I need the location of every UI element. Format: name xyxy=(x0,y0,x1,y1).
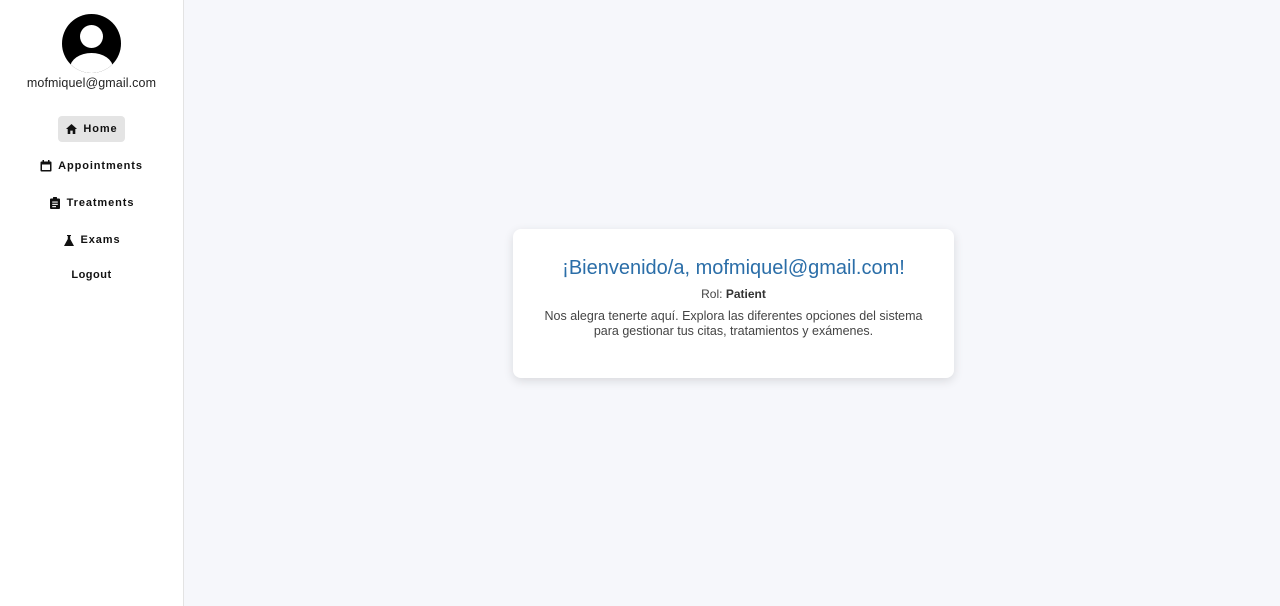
sidebar-item-home[interactable]: Home xyxy=(58,116,125,142)
sidebar-item-label: Treatments xyxy=(66,197,135,209)
sidebar: mofmiquel@gmail.com Home Appointments Tr… xyxy=(0,0,184,606)
sidebar-item-appointments[interactable]: Appointments xyxy=(33,153,150,179)
clipboard-icon xyxy=(49,197,61,209)
flask-icon xyxy=(63,234,75,246)
calendar-icon xyxy=(40,160,52,172)
main-content: ¡Bienvenido/a, mofmiquel@gmail.com! Rol:… xyxy=(184,0,1280,606)
role-label: Rol: xyxy=(701,287,723,301)
sidebar-item-label: Exams xyxy=(80,234,121,246)
user-email: mofmiquel@gmail.com xyxy=(26,76,157,90)
role-line: Rol: Patient xyxy=(513,287,954,301)
logout-button[interactable]: Logout xyxy=(71,269,111,281)
avatar xyxy=(62,14,121,73)
sidebar-nav: Home Appointments Treatments Exams xyxy=(33,116,150,264)
sidebar-item-label: Home xyxy=(83,123,118,135)
welcome-description: Nos alegra tenerte aquí. Explora las dif… xyxy=(544,309,923,338)
sidebar-item-exams[interactable]: Exams xyxy=(56,227,128,253)
role-value: Patient xyxy=(725,287,766,301)
welcome-card: ¡Bienvenido/a, mofmiquel@gmail.com! Rol:… xyxy=(513,229,954,378)
home-icon xyxy=(65,123,77,135)
sidebar-item-label: Appointments xyxy=(58,160,143,172)
welcome-title: ¡Bienvenido/a, mofmiquel@gmail.com! xyxy=(562,257,905,279)
avatar-body xyxy=(70,53,113,73)
sidebar-item-treatments[interactable]: Treatments xyxy=(42,190,142,216)
app: mofmiquel@gmail.com Home Appointments Tr… xyxy=(0,0,1280,606)
avatar-head xyxy=(80,25,103,48)
